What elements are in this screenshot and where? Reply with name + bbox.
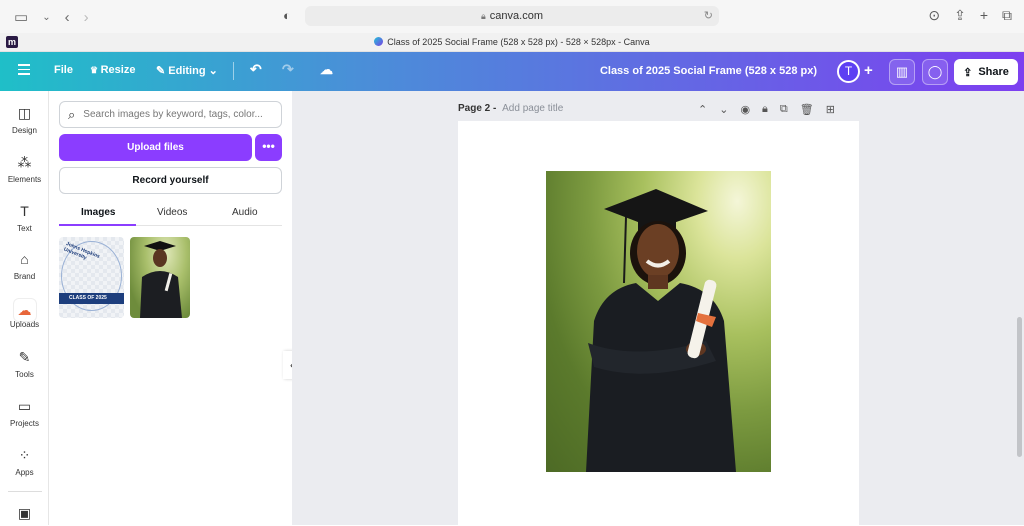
frame-banner: CLASS OF 2025 <box>59 293 124 304</box>
more-options-button[interactable]: ••• <box>255 134 282 161</box>
graduate-photo[interactable] <box>546 171 771 472</box>
chevron-down-icon[interactable]: ⌄ <box>719 103 728 116</box>
active-tab-indicator <box>59 224 136 226</box>
graduate-photo-image <box>586 189 736 472</box>
resize-button[interactable]: ♛ Resize <box>90 64 135 76</box>
search-input[interactable]: ⌕ Search images by keyword, tags, color.… <box>59 101 282 128</box>
pencil-icon: ✎ <box>156 65 169 77</box>
comments-icon[interactable]: ◯ <box>922 59 948 85</box>
tab-audio[interactable]: Audio <box>232 207 258 218</box>
share-page-icon[interactable]: ⇪ <box>954 7 966 24</box>
add-page-icon[interactable]: ⊞ <box>826 103 835 116</box>
editor-header: File ♛ Resize ✎ Editing ⌄ ↶ ↷ ☁ Class of… <box>0 52 1024 91</box>
search-icon: ⌕ <box>68 106 76 122</box>
upload-files-button[interactable]: Upload files <box>59 134 252 161</box>
chevron-down-icon[interactable]: ⌄ <box>42 12 50 23</box>
add-collaborator-icon[interactable]: + <box>864 62 873 79</box>
canvas-workspace: Page 2 - Add page title ⌃ ⌄ ◉ 🔒︎ ⧉ 🗑︎ ⊞ <box>292 91 1024 525</box>
rail-text[interactable]: T Text <box>0 203 49 233</box>
upload-thumbnail-frame[interactable]: Johns Hopkins University CLASS OF 2025 <box>59 237 124 318</box>
projects-icon: ▭ <box>17 398 32 414</box>
rail-projects[interactable]: ▭ Projects <box>0 398 49 428</box>
cloud-save-icon[interactable]: ☁ <box>320 62 333 78</box>
media-tabs: Images Videos Audio <box>59 202 282 226</box>
avatar[interactable]: T <box>837 60 860 83</box>
share-button[interactable]: ⇪ Share <box>954 59 1018 85</box>
rail-tools[interactable]: ✎ Tools <box>0 349 49 379</box>
divider <box>233 62 234 80</box>
reload-icon[interactable]: ↻ <box>704 9 713 22</box>
rail-brand[interactable]: ⌂ Brand <box>0 251 49 281</box>
file-menu[interactable]: File <box>54 64 73 76</box>
canva-favicon-icon <box>374 37 384 46</box>
editing-mode-dropdown[interactable]: ✎ Editing ⌄ <box>156 64 218 77</box>
crown-icon: ♛ <box>90 65 101 75</box>
side-rail: ◫ Design ⁂ Elements T Text ⌂ Brand ☁ Uploads … <box>0 91 49 525</box>
hide-page-icon[interactable]: ◉ <box>740 103 750 116</box>
share-icon: ⇪ <box>963 66 973 79</box>
upload-thumbnail-graduate[interactable] <box>130 237 190 318</box>
back-icon[interactable]: ‹ <box>65 9 70 26</box>
sidebar-toggle-icon[interactable]: ▭ <box>14 8 28 26</box>
duplicate-page-icon[interactable]: ⧉ <box>780 103 788 116</box>
delete-page-icon[interactable]: 🗑︎ <box>800 103 814 116</box>
tab-images[interactable]: Images <box>81 207 115 218</box>
menu-icon[interactable] <box>18 64 30 75</box>
downloads-icon[interactable]: ⊙ <box>928 7 940 24</box>
design-icon: ◫ <box>17 105 32 121</box>
address-bar[interactable]: 🔒︎ canva.com ↻ <box>305 6 719 26</box>
uploads-icon: ☁ <box>0 299 49 321</box>
url-text: canva.com <box>489 10 543 22</box>
chevron-up-icon[interactable]: ⌃ <box>698 103 707 116</box>
privacy-shield-icon[interactable]: ◐ <box>283 8 291 23</box>
rail-uploads[interactable]: ☁ Uploads <box>0 299 49 329</box>
insights-icon[interactable]: ▥ <box>889 59 915 85</box>
text-icon: T <box>20 203 29 219</box>
page-header: Page 2 - Add page title <box>458 103 563 114</box>
rail-design[interactable]: ◫ Design <box>0 105 49 135</box>
forward-icon[interactable]: › <box>84 9 89 26</box>
tab-bar: m Class of 2025 Social Frame (528 x 528 … <box>0 33 1024 52</box>
browser-toolbar: ▭ ⌄ ‹ › ◐ 🔒︎ canva.com ↻ ⊙ ⇪ + ⧉ <box>0 0 1024 33</box>
rail-photos[interactable]: ▣ <box>0 505 49 526</box>
search-placeholder: Search images by keyword, tags, color... <box>83 109 263 120</box>
uploads-panel: ⌕ Search images by keyword, tags, color.… <box>49 91 292 525</box>
graduate-thumbnail-image <box>140 241 182 318</box>
lock-icon: 🔒︎ <box>481 10 486 21</box>
new-tab-icon[interactable]: + <box>980 7 988 24</box>
design-title[interactable]: Class of 2025 Social Frame (528 x 528 px… <box>600 65 817 77</box>
redo-icon[interactable]: ↷ <box>282 61 294 78</box>
active-tab[interactable]: Class of 2025 Social Frame (528 x 528 px… <box>0 37 1024 47</box>
design-page[interactable] <box>458 121 859 525</box>
brand-icon: ⌂ <box>20 251 29 267</box>
page-number: Page 2 - <box>458 103 497 114</box>
tab-title-text: Class of 2025 Social Frame (528 x 528 px… <box>387 37 650 47</box>
page-toolbar: ⌃ ⌄ ◉ 🔒︎ ⧉ 🗑︎ ⊞ <box>698 103 835 116</box>
page-title-input[interactable]: Add page title <box>502 103 563 114</box>
rail-apps[interactable]: ⁘ Apps <box>0 447 49 477</box>
record-yourself-button[interactable]: Record yourself <box>59 167 282 194</box>
photos-icon: ▣ <box>17 505 32 521</box>
tab-videos[interactable]: Videos <box>157 207 187 218</box>
vertical-scrollbar[interactable] <box>1017 317 1022 457</box>
tools-icon: ✎ <box>18 349 31 365</box>
chevron-down-icon: ⌄ <box>208 65 218 77</box>
elements-icon: ⁂ <box>17 154 32 170</box>
rail-elements[interactable]: ⁂ Elements <box>0 154 49 184</box>
tab-overview-icon[interactable]: ⧉ <box>1002 7 1012 24</box>
divider <box>8 491 42 492</box>
undo-icon[interactable]: ↶ <box>250 61 262 78</box>
apps-icon: ⁘ <box>18 447 31 463</box>
lock-page-icon[interactable]: 🔒︎ <box>762 103 768 116</box>
